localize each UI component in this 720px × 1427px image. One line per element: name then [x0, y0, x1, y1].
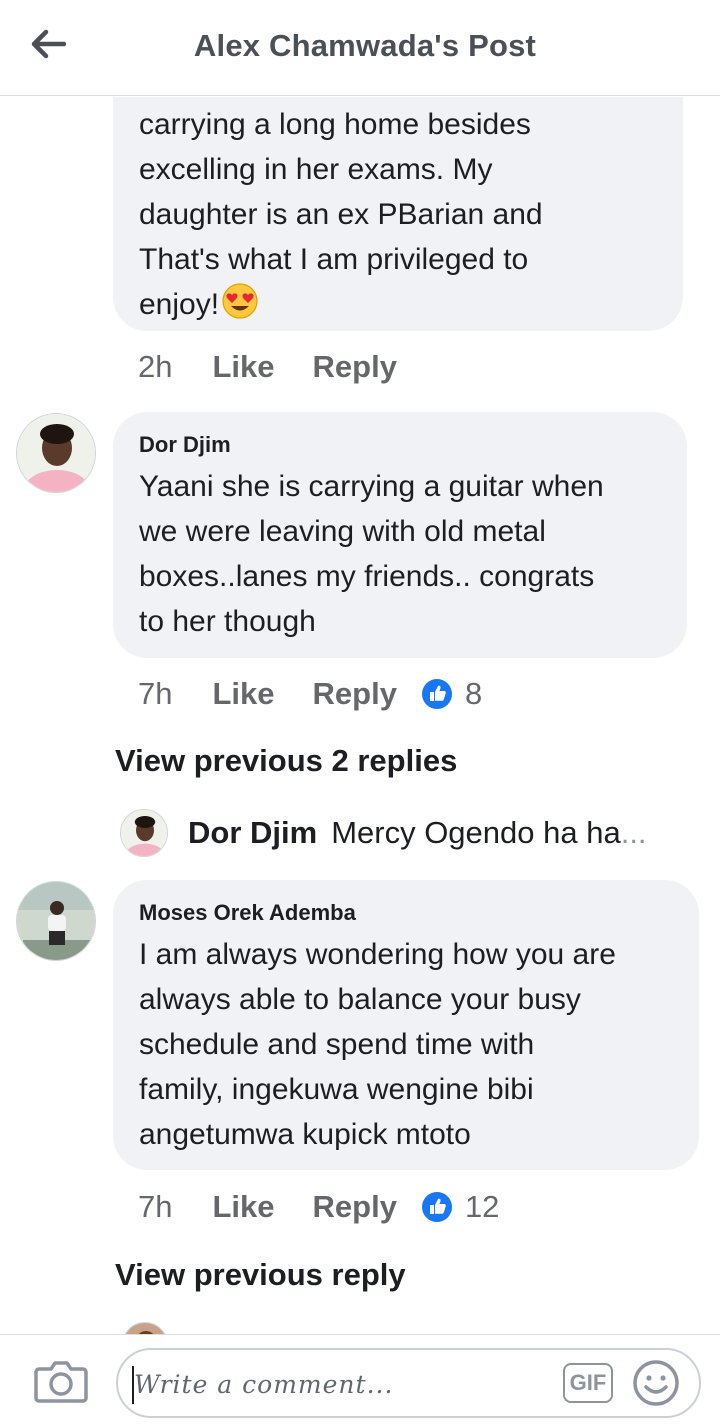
reaction-count: 8	[464, 676, 483, 711]
comment-time: 2h	[138, 349, 173, 384]
reply-author: Dor Djim	[188, 815, 318, 850]
view-previous-replies-link[interactable]: View previous 2 replies	[115, 743, 457, 779]
avatar[interactable]	[16, 413, 96, 493]
like-button[interactable]: Like	[212, 1189, 274, 1225]
camera-icon	[34, 1361, 88, 1403]
reaction-count: 12	[464, 1189, 500, 1224]
avatar[interactable]	[16, 881, 96, 961]
view-previous-replies-link[interactable]: View previous reply	[115, 1257, 406, 1293]
comment-text: carrying a long home besides excelling i…	[139, 102, 657, 333]
like-reaction-icon	[421, 1192, 452, 1222]
comment-meta: 2h Like Reply	[138, 347, 435, 387]
comment-time: 7h	[138, 676, 173, 711]
reply-button[interactable]: Reply	[313, 1189, 397, 1225]
comment-bubble[interactable]: Dor Djim Yaani she is carrying a guitar …	[113, 412, 687, 658]
comment-author[interactable]: Dor Djim	[139, 432, 661, 458]
comment-meta: 7h Like Reply 8	[138, 674, 482, 714]
comment-meta: 7h Like Reply 12	[138, 1187, 499, 1227]
comments-list: carrying a long home besides excelling i…	[0, 97, 720, 1334]
reaction-summary[interactable]: 8	[421, 676, 482, 712]
comment-bubble[interactable]: carrying a long home besides excelling i…	[113, 97, 683, 331]
top-bar: Alex Chamwada's Post	[0, 0, 720, 96]
comment-text: I am always wondering how you are always…	[139, 938, 616, 1151]
reply-button[interactable]: Reply	[313, 676, 397, 712]
reply-preview[interactable]: Dor Djim Mercy Ogendo ha ha ...	[120, 809, 700, 857]
reply-text: Mercy Ogendo ha ha	[331, 815, 621, 850]
comment-time: 7h	[138, 1189, 173, 1224]
comment-input-wrapper[interactable]: GIF	[116, 1348, 701, 1418]
comment-composer: GIF	[0, 1334, 720, 1427]
avatar	[122, 1322, 168, 1334]
avatar	[120, 809, 168, 857]
comment-bubble[interactable]: Moses Orek Ademba I am always wondering …	[113, 880, 699, 1170]
comment-author[interactable]: Moses Orek Ademba	[139, 900, 673, 926]
like-reaction-icon	[421, 679, 452, 709]
comment-input[interactable]	[134, 1360, 554, 1408]
gif-button[interactable]: GIF	[563, 1363, 613, 1403]
like-button[interactable]: Like	[212, 676, 274, 712]
page-title: Alex Chamwada's Post	[193, 28, 537, 63]
smiley-icon	[633, 1360, 679, 1406]
reaction-summary[interactable]: 12	[421, 1189, 499, 1225]
like-button[interactable]: Like	[212, 349, 274, 385]
emoji-button[interactable]	[632, 1359, 680, 1407]
comment-text: Yaani she is carrying a guitar when we w…	[139, 470, 604, 638]
reply-button[interactable]: Reply	[313, 349, 397, 385]
heart-eyes-emoji	[221, 282, 259, 333]
camera-button[interactable]	[34, 1357, 88, 1405]
reply-ellipsis: ...	[620, 815, 647, 850]
